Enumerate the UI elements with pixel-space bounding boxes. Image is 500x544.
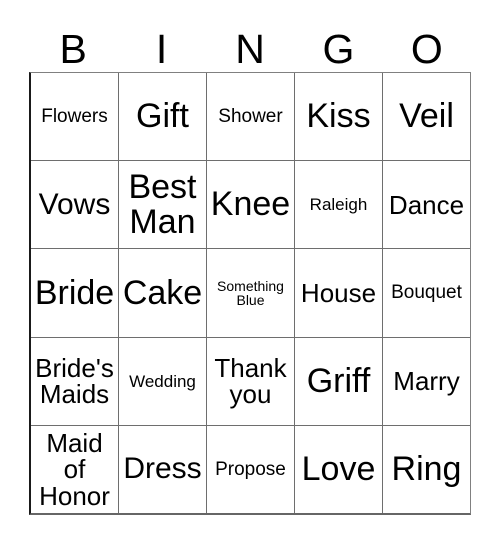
bingo-header-letter-n: N <box>235 26 265 72</box>
bingo-cell-label: Dance <box>388 189 465 220</box>
bingo-cell[interactable]: Dance <box>382 161 470 249</box>
bingo-cell[interactable]: Veil <box>382 73 470 161</box>
bingo-cell-label: Griff <box>306 361 371 400</box>
bingo-cell-label: Ring <box>391 450 462 489</box>
bingo-cell-label: Bouquet <box>391 282 462 304</box>
bingo-cell[interactable]: Ring <box>382 425 470 514</box>
bingo-cell[interactable]: Flowers <box>31 73 118 160</box>
bingo-cell[interactable]: Shower <box>206 73 294 161</box>
bingo-card: B I N G O Flowers Gift Shower Kiss Veil … <box>0 0 500 544</box>
bingo-cell[interactable]: Bride <box>31 249 118 336</box>
bingo-cell[interactable]: Knee <box>206 161 294 249</box>
bingo-cell-label: Wedding <box>129 371 196 391</box>
bingo-cell-label: Bride <box>34 273 115 312</box>
bingo-row: Vows Best Man Knee Raleigh Dance <box>31 160 470 249</box>
bingo-cell-label: Kiss <box>306 97 371 136</box>
bingo-cell-label: Bride's Maids <box>35 352 114 410</box>
bingo-cell[interactable]: Griff <box>294 337 382 425</box>
bingo-row: Bride's Maids Wedding Thank you Griff Ma… <box>31 336 470 425</box>
bingo-cell-label: Flowers <box>41 105 108 127</box>
bingo-cell[interactable]: Bouquet <box>382 249 470 337</box>
bingo-row: Bride Cake Something Blue House Bouquet <box>31 248 470 337</box>
bingo-cell-label: Shower <box>218 105 283 127</box>
bingo-cell[interactable]: Thank you <box>206 337 294 425</box>
bingo-cell[interactable]: Kiss <box>294 73 382 161</box>
bingo-cell-label: Vows <box>38 187 111 221</box>
bingo-cell-label: Love <box>301 450 376 489</box>
bingo-cell-label: Thank you <box>214 352 287 410</box>
bingo-cell-label: Best Man <box>128 168 197 241</box>
bingo-header-letter-b: B <box>59 26 87 72</box>
bingo-cell-label: Gift <box>136 97 189 136</box>
bingo-cell-label: Cake <box>122 273 203 312</box>
bingo-row: Maid of Honor Dress Propose Love Ring <box>31 424 470 514</box>
bingo-cell-label: House <box>300 277 377 308</box>
bingo-cell[interactable]: House <box>294 249 382 337</box>
bingo-header-row: B I N G O <box>29 16 471 72</box>
bingo-cell[interactable]: Something Blue <box>206 249 294 337</box>
bingo-cell-label: Something Blue <box>217 277 284 308</box>
bingo-cell[interactable]: Gift <box>118 73 206 161</box>
bingo-cell[interactable]: Vows <box>31 161 118 248</box>
bingo-cell-label: Maid of Honor <box>39 427 110 511</box>
bingo-cell[interactable]: Best Man <box>118 161 206 249</box>
bingo-cell[interactable]: Raleigh <box>294 161 382 249</box>
bingo-cell[interactable]: Love <box>294 425 382 514</box>
bingo-cell-label: Marry <box>393 365 460 396</box>
bingo-cell-label: Knee <box>210 185 291 224</box>
bingo-cell[interactable]: Wedding <box>118 337 206 425</box>
bingo-cell[interactable]: Bride's Maids <box>31 338 118 425</box>
bingo-cell[interactable]: Propose <box>206 425 294 514</box>
bingo-cell[interactable]: Dress <box>118 425 206 514</box>
bingo-cell-label: Veil <box>399 97 454 136</box>
bingo-header-letter-o: O <box>410 26 443 72</box>
bingo-cell[interactable]: Maid of Honor <box>31 426 118 513</box>
bingo-cell-label: Dress <box>123 452 202 486</box>
bingo-row: Flowers Gift Shower Kiss Veil <box>31 73 470 161</box>
bingo-cell-label: Propose <box>215 458 286 480</box>
bingo-grid: Flowers Gift Shower Kiss Veil Vows Best … <box>29 72 471 515</box>
bingo-cell-label: Raleigh <box>309 195 368 215</box>
bingo-header-letter-i: I <box>155 26 168 72</box>
bingo-cell[interactable]: Cake <box>118 249 206 337</box>
bingo-cell[interactable]: Marry <box>382 337 470 425</box>
bingo-header-letter-g: G <box>322 26 355 72</box>
